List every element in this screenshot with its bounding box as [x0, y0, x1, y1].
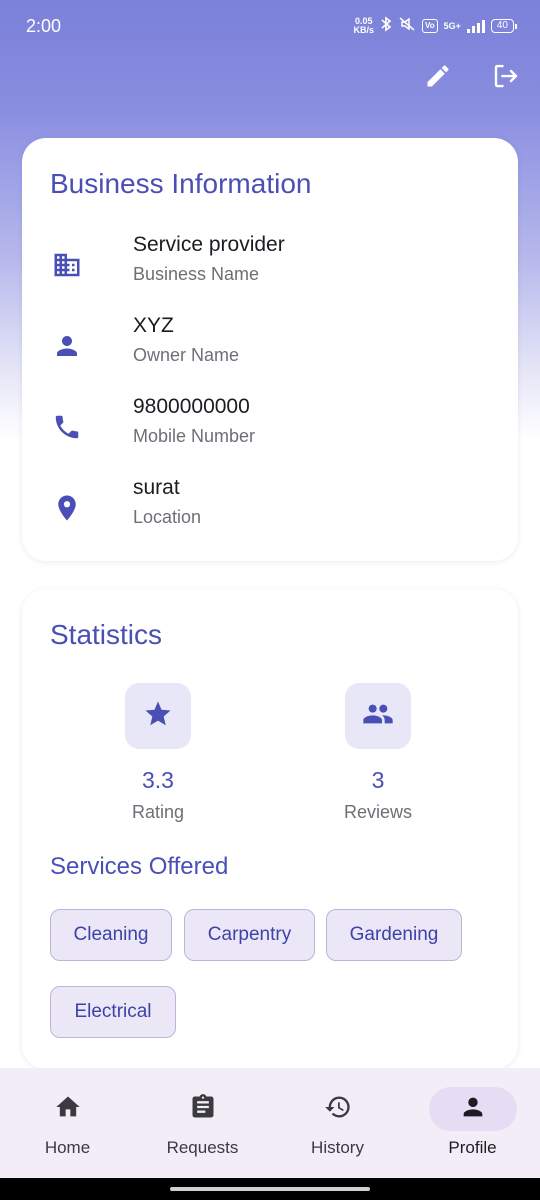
- rating-value: 3.3: [142, 767, 174, 793]
- info-row-location: surat Location: [50, 476, 490, 540]
- reviews-label: Reviews: [343, 802, 413, 822]
- home-gesture-handle[interactable]: [170, 1187, 370, 1191]
- nav-label-home: Home: [44, 1138, 91, 1157]
- bottom-navigation: Home Requests History Profile: [0, 1068, 540, 1178]
- nav-pill-requests: [159, 1087, 247, 1131]
- service-chip-carpentry[interactable]: Carpentry: [184, 909, 315, 961]
- person-icon: [50, 314, 84, 378]
- owner-name-value: XYZ: [133, 314, 174, 337]
- nav-item-history[interactable]: History: [270, 1068, 405, 1178]
- nav-item-home[interactable]: Home: [0, 1068, 135, 1178]
- stat-reviews: 3 Reviews: [298, 683, 458, 823]
- edit-button[interactable]: [422, 58, 454, 98]
- status-icons: 0.05 KB/s Vo 5G+ 40: [353, 16, 518, 36]
- home-icon: [54, 1093, 82, 1126]
- nav-label-requests: Requests: [166, 1138, 239, 1157]
- nav-pill-home: [24, 1087, 112, 1131]
- location-pin-icon: [50, 476, 84, 540]
- bluetooth-icon: [380, 16, 392, 36]
- info-row-mobile-number: 9800000000 Mobile Number: [50, 395, 490, 459]
- status-bar: 2:00 0.05 KB/s Vo 5G+ 40: [0, 0, 540, 52]
- info-row-owner-name: XYZ Owner Name: [50, 314, 490, 378]
- nav-item-profile[interactable]: Profile: [405, 1068, 540, 1178]
- business-information-title: Business Information: [50, 168, 312, 199]
- mobile-number-value: 9800000000: [133, 395, 250, 418]
- nav-label-profile: Profile: [448, 1138, 497, 1157]
- statistics-title: Statistics: [50, 619, 163, 650]
- statistics-card: Statistics 3.3 Rating 3 Reviews Services…: [22, 589, 518, 1069]
- person-icon: [459, 1093, 487, 1126]
- nav-pill-profile-active: [428, 1087, 517, 1131]
- business-name-label: Business Name: [133, 264, 260, 284]
- logout-button[interactable]: [490, 58, 522, 98]
- business-information-card: Business Information Service provider Bu…: [22, 138, 518, 561]
- network-speed-unit: KB/s: [353, 25, 374, 35]
- service-chip-gardening[interactable]: Gardening: [326, 909, 462, 961]
- mute-icon: [398, 16, 416, 36]
- signal-strength-icon: [466, 19, 485, 33]
- system-gesture-bar: [0, 1178, 540, 1200]
- owner-name-label: Owner Name: [133, 345, 240, 365]
- rating-icon-box: [125, 683, 191, 749]
- stat-rating: 3.3 Rating: [78, 683, 238, 823]
- business-building-icon: [50, 233, 84, 297]
- business-name-value: Service provider: [133, 233, 285, 256]
- logout-icon: [491, 61, 521, 96]
- star-icon: [143, 699, 173, 734]
- reviews-icon-box: [345, 683, 411, 749]
- reviews-value: 3: [371, 767, 385, 793]
- services-offered-title: Services Offered: [50, 853, 229, 880]
- location-value: surat: [133, 476, 180, 499]
- info-row-business-name: Service provider Business Name: [50, 233, 490, 297]
- phone-icon: [50, 395, 84, 459]
- service-chip-cleaning[interactable]: Cleaning: [50, 909, 172, 961]
- mobile-number-label: Mobile Number: [133, 426, 256, 446]
- nav-pill-history: [294, 1087, 382, 1131]
- nav-item-requests[interactable]: Requests: [135, 1068, 270, 1178]
- pencil-icon: [424, 62, 452, 95]
- location-label: Location: [133, 507, 202, 527]
- clipboard-icon: [189, 1093, 217, 1126]
- history-icon: [324, 1093, 352, 1126]
- top-actions: [422, 58, 522, 98]
- network-speed: 0.05 KB/s: [353, 17, 374, 35]
- volte-badge: Vo: [421, 19, 438, 33]
- nav-label-history: History: [311, 1138, 364, 1157]
- rating-label: Rating: [131, 802, 185, 822]
- network-type: 5G+: [443, 21, 461, 31]
- people-icon: [362, 698, 394, 735]
- status-time: 2:00: [26, 15, 62, 36]
- service-chip-electrical[interactable]: Electrical: [50, 986, 176, 1038]
- battery-indicator: 40: [490, 19, 518, 33]
